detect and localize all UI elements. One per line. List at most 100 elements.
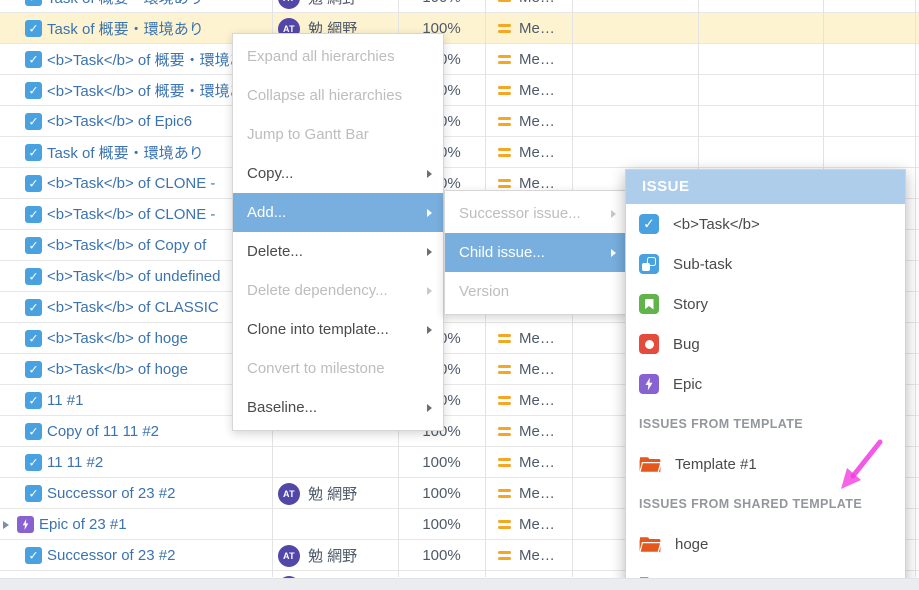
- issue-link[interactable]: 11 #1: [47, 392, 83, 409]
- issue-link[interactable]: Task of 概要・環境あり: [47, 142, 204, 163]
- horizontal-scrollbar[interactable]: [0, 578, 919, 590]
- menu-item-clone-into-template[interactable]: Clone into template...: [233, 310, 443, 349]
- task-type-icon: ✓: [25, 268, 42, 285]
- bug-type-icon: [639, 334, 659, 354]
- issue-link[interactable]: <b>Task</b> of CLONE -: [47, 175, 215, 192]
- task-row[interactable]: ✓Task of 概要・環境ありAT勉 網野100%Me…: [0, 13, 919, 44]
- progress-value: 100%: [398, 0, 485, 13]
- issue-link[interactable]: <b>Task</b> of hoge: [47, 361, 188, 378]
- menu-item-label: Expand all hierarchies: [247, 48, 395, 65]
- checkmark-glyph: ✓: [28, 363, 38, 375]
- task-row[interactable]: ✓<b>Task</b> of 概要・環境あり100%Me…: [0, 75, 919, 106]
- menu-item-copy[interactable]: Copy...: [233, 154, 443, 193]
- menu-item-baseline[interactable]: Baseline...: [233, 388, 443, 427]
- issue-type-item-bug[interactable]: Bug: [626, 324, 905, 364]
- issue-link[interactable]: <b>Task</b> of 概要・環境あり: [47, 80, 260, 101]
- progress-value: 100%: [398, 478, 485, 509]
- priority-cell: Me…: [498, 44, 555, 75]
- issue-link[interactable]: Successor of 23 #2: [47, 485, 175, 502]
- lightning-glyph: [644, 378, 654, 391]
- priority-label: Me…: [519, 516, 555, 533]
- menu-item-delete-dependency[interactable]: Delete dependency...: [233, 271, 443, 310]
- issue-link[interactable]: 11 11 #2: [47, 454, 103, 471]
- issue-link[interactable]: Task of 概要・環境あり: [47, 0, 204, 8]
- issue-link[interactable]: <b>Task</b> of Epic6: [47, 113, 192, 130]
- issue-type-item-b-task-b[interactable]: ✓<b>Task</b>: [626, 204, 905, 244]
- issue-type-label: Bug: [673, 336, 700, 353]
- submenu-chevron-icon: [427, 287, 432, 295]
- checkmark-glyph: ✓: [28, 0, 38, 3]
- assignee-cell: AT勉 網野: [278, 540, 357, 571]
- task-name-cell: ✓<b>Task</b> of Epic6: [0, 106, 271, 137]
- menu-item-version[interactable]: Version: [445, 272, 627, 311]
- task-name-cell: ✓ <b>Task</b> of hoge: [0, 323, 271, 354]
- submenu-chevron-icon: [611, 210, 616, 218]
- menu-item-label: Delete...: [247, 243, 303, 260]
- menu-item-convert-to-milestone[interactable]: Convert to milestone: [233, 349, 443, 388]
- checkmark-glyph: ✓: [28, 425, 38, 437]
- issue-type-item-hoge[interactable]: hoge: [626, 524, 905, 564]
- menu-item-label: Convert to milestone: [247, 360, 385, 377]
- task-name-cell: ✓<b>Task</b> of CLONE -: [0, 199, 271, 230]
- task-name-cell: ✓11 #1: [0, 385, 271, 416]
- assignee-avatar-icon: AT: [278, 0, 300, 9]
- checkmark-glyph: ✓: [28, 177, 38, 189]
- menu-item-successor-issue[interactable]: Successor issue...: [445, 194, 627, 233]
- priority-cell: Me…: [498, 0, 555, 13]
- task-type-icon: ✓: [25, 20, 42, 37]
- menu-item-collapse-all-hierarchies[interactable]: Collapse all hierarchies: [233, 76, 443, 115]
- issue-link[interactable]: Epic of 23 #1: [39, 516, 127, 533]
- issue-link[interactable]: <b>Task</b> of Copy of: [47, 237, 206, 254]
- priority-medium-icon: [498, 179, 511, 188]
- task-name-cell: ✓ Task of 概要・環境あり: [0, 13, 271, 44]
- menu-item-add[interactable]: Add...: [233, 193, 443, 232]
- menu-item-child-issue[interactable]: Child issue...: [445, 233, 627, 272]
- priority-label: Me…: [519, 0, 555, 6]
- priority-medium-icon: [498, 24, 511, 33]
- submenu-chevron-icon: [427, 326, 432, 334]
- issue-type-item-epic[interactable]: Epic: [626, 364, 905, 404]
- issue-type-label: hoge: [675, 536, 708, 553]
- priority-label: Me…: [519, 454, 555, 471]
- subtask-type-icon: [639, 254, 659, 274]
- menu-item-jump-to-gantt-bar[interactable]: Jump to Gantt Bar: [233, 115, 443, 154]
- issue-type-item-story[interactable]: Story: [626, 284, 905, 324]
- menu-item-delete[interactable]: Delete...: [233, 232, 443, 271]
- issue-link[interactable]: Copy of 11 11 #2: [47, 423, 159, 440]
- bookmark-glyph: [645, 299, 654, 310]
- submenu-chevron-icon: [427, 170, 432, 178]
- task-name-cell: Epic of 23 #1: [0, 509, 271, 540]
- issue-link[interactable]: <b>Task</b> of hoge: [47, 330, 188, 347]
- issue-link[interactable]: Task of 概要・環境あり: [47, 18, 204, 39]
- issue-link[interactable]: <b>Task</b> of CLONE -: [47, 206, 215, 223]
- issue-link[interactable]: <b>Task</b> of CLASSIC: [47, 299, 219, 316]
- menu-item-label: Collapse all hierarchies: [247, 87, 402, 104]
- checkmark-glyph: ✓: [28, 301, 38, 313]
- task-row[interactable]: ✓<b>Task</b> of 概要・環境あり100%Me…: [0, 44, 919, 75]
- task-type-icon: ✓: [25, 330, 42, 347]
- submenu-chevron-icon: [611, 249, 616, 257]
- expand-chevron-icon[interactable]: [3, 521, 9, 529]
- menu-item-expand-all-hierarchies[interactable]: Expand all hierarchies: [233, 37, 443, 76]
- progress-value: 100%: [398, 540, 485, 571]
- issue-link[interactable]: <b>Task</b> of 概要・環境あり: [47, 49, 260, 70]
- issue-link[interactable]: <b>Task</b> of undefined: [47, 268, 220, 285]
- task-type-icon: ✓: [25, 547, 42, 564]
- task-row[interactable]: ✓Task of 概要・環境あり100%Me…: [0, 137, 919, 168]
- issue-link[interactable]: Successor of 23 #2: [47, 547, 175, 564]
- menu-item-label: Jump to Gantt Bar: [247, 126, 369, 143]
- checkmark-glyph: ✓: [28, 146, 38, 158]
- priority-label: Me…: [519, 423, 555, 440]
- issue-type-item-sub-task[interactable]: Sub-task: [626, 244, 905, 284]
- task-row[interactable]: ✓<b>Task</b> of Epic6100%Me…: [0, 106, 919, 137]
- priority-cell: Me…: [498, 385, 555, 416]
- submenu-chevron-icon: [427, 248, 432, 256]
- checkmark-glyph: ✓: [28, 53, 38, 65]
- task-name-cell: ✓<b>Task</b> of Copy of: [0, 230, 271, 261]
- epic-type-icon: [17, 516, 34, 533]
- priority-label: Me…: [519, 113, 555, 130]
- progress-value: 100%: [398, 447, 485, 478]
- task-name-cell: ✓ Task of 概要・環境あり: [0, 137, 271, 168]
- task-row[interactable]: ✓Task of 概要・環境ありAT勉 網野100%Me…: [0, 0, 919, 13]
- priority-label: Me…: [519, 485, 555, 502]
